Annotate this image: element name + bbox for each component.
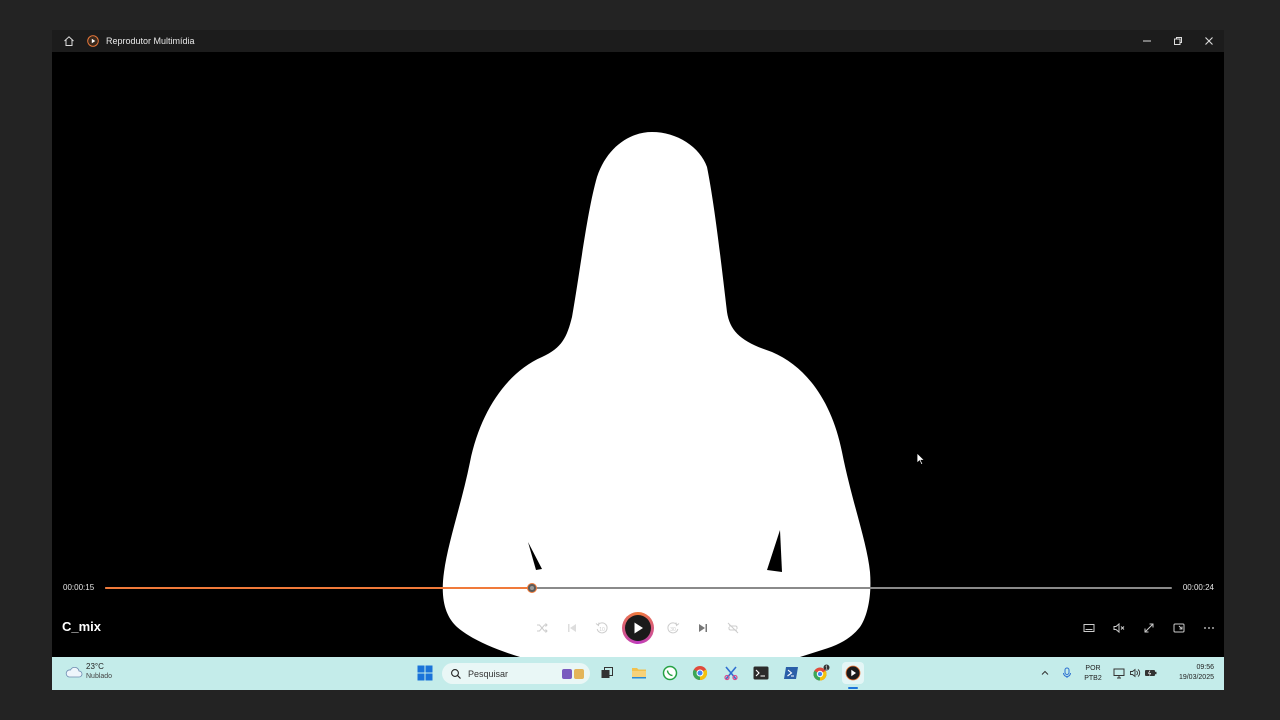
media-player-taskbar-icon[interactable]: [842, 662, 864, 684]
system-clock[interactable]: 09:56 19/03/2025: [1162, 663, 1214, 683]
taskbar-search[interactable]: Pesquisar: [442, 663, 590, 684]
svg-text:30: 30: [670, 627, 676, 633]
terminal-icon[interactable]: [752, 664, 770, 682]
previous-button[interactable]: [560, 616, 584, 640]
forward-30-icon: 30: [667, 622, 680, 634]
svg-text:10: 10: [599, 627, 605, 633]
volume-button[interactable]: [1107, 616, 1131, 640]
file-explorer-icon[interactable]: [630, 664, 648, 682]
more-icon: [1204, 627, 1214, 629]
weather-widget[interactable]: 23°C Nublado: [64, 662, 112, 682]
microphone-icon[interactable]: [1058, 664, 1076, 682]
active-app-indicator: [848, 687, 858, 689]
chevron-up-icon[interactable]: [1036, 664, 1054, 682]
fullscreen-icon: [1144, 623, 1154, 633]
input-language[interactable]: POR PTB2: [1080, 664, 1106, 684]
mini-player-button[interactable]: [1167, 616, 1191, 640]
battery-icon[interactable]: [1142, 664, 1160, 682]
mini-player-icon: [1173, 623, 1185, 633]
title-bar: Reprodutor Multimídia: [52, 30, 1224, 52]
cloud-icon: [65, 666, 83, 678]
chrome-icon[interactable]: [691, 664, 709, 682]
chrome-profile-icon[interactable]: 1: [812, 664, 830, 682]
rewind-10-button[interactable]: 10: [590, 616, 614, 640]
media-player-window: Reprodutor Multimídia 00:00:15 00:00:24 …: [52, 30, 1224, 657]
seek-bar-progress: [105, 587, 532, 589]
repeat-off-icon: [727, 622, 739, 634]
next-button[interactable]: [691, 616, 715, 640]
search-placeholder: Pesquisar: [468, 668, 509, 679]
repeat-off-button[interactable]: [721, 616, 745, 640]
weather-temperature: 23°C: [86, 662, 104, 671]
search-icon: [451, 668, 461, 679]
rewind-10-icon: 10: [595, 622, 608, 634]
more-options-button[interactable]: [1197, 616, 1221, 640]
home-icon[interactable]: [62, 34, 76, 48]
media-player-app-icon: [86, 35, 99, 48]
skip-previous-icon: [568, 624, 576, 632]
volume-mute-icon: [1113, 622, 1125, 634]
start-button[interactable]: [416, 664, 434, 682]
fullscreen-button[interactable]: [1137, 616, 1161, 640]
shuffle-icon: [537, 623, 548, 633]
search-highlight-icon: [562, 668, 584, 679]
close-button[interactable]: [1193, 30, 1224, 52]
clock-date: 19/03/2025: [1178, 674, 1214, 681]
shuffle-button[interactable]: [530, 616, 554, 640]
subtitles-icon: [1083, 624, 1095, 632]
task-view-icon[interactable]: [598, 664, 616, 682]
person-silhouette: [442, 132, 871, 657]
current-time: 00:00:15: [63, 583, 95, 592]
restore-button[interactable]: [1162, 30, 1193, 52]
skip-next-icon: [699, 624, 707, 632]
language-code: POR: [1085, 665, 1101, 672]
subtitles-button[interactable]: [1077, 616, 1101, 640]
window-title: Reprodutor Multimídia: [106, 36, 195, 46]
snipping-tool-icon[interactable]: [722, 664, 740, 682]
play-button[interactable]: [622, 612, 654, 644]
taskbar: 23°C Nublado Pesquisar 1 POR PTB2 09:56 …: [52, 657, 1224, 690]
mouse-cursor-icon: [916, 452, 926, 466]
seek-bar[interactable]: [105, 583, 1172, 593]
playback-controls: 10 30: [52, 612, 1224, 644]
timeline: 00:00:15 00:00:24: [52, 580, 1224, 596]
powershell-icon[interactable]: [782, 664, 800, 682]
weather-condition: Nublado: [86, 673, 113, 680]
clock-time: 09:56: [1196, 664, 1214, 671]
keyboard-layout: PTB2: [1084, 675, 1102, 682]
play-icon: [634, 622, 643, 634]
chrome-notification-badge: 1: [825, 665, 828, 671]
video-area[interactable]: [52, 52, 1224, 657]
total-time: 00:00:24: [1182, 583, 1214, 592]
seek-bar-thumb[interactable]: [526, 583, 537, 593]
minimize-button[interactable]: [1131, 30, 1162, 52]
whatsapp-icon[interactable]: [661, 664, 679, 682]
forward-30-button[interactable]: 30: [661, 616, 685, 640]
windows-icon: [417, 665, 433, 681]
